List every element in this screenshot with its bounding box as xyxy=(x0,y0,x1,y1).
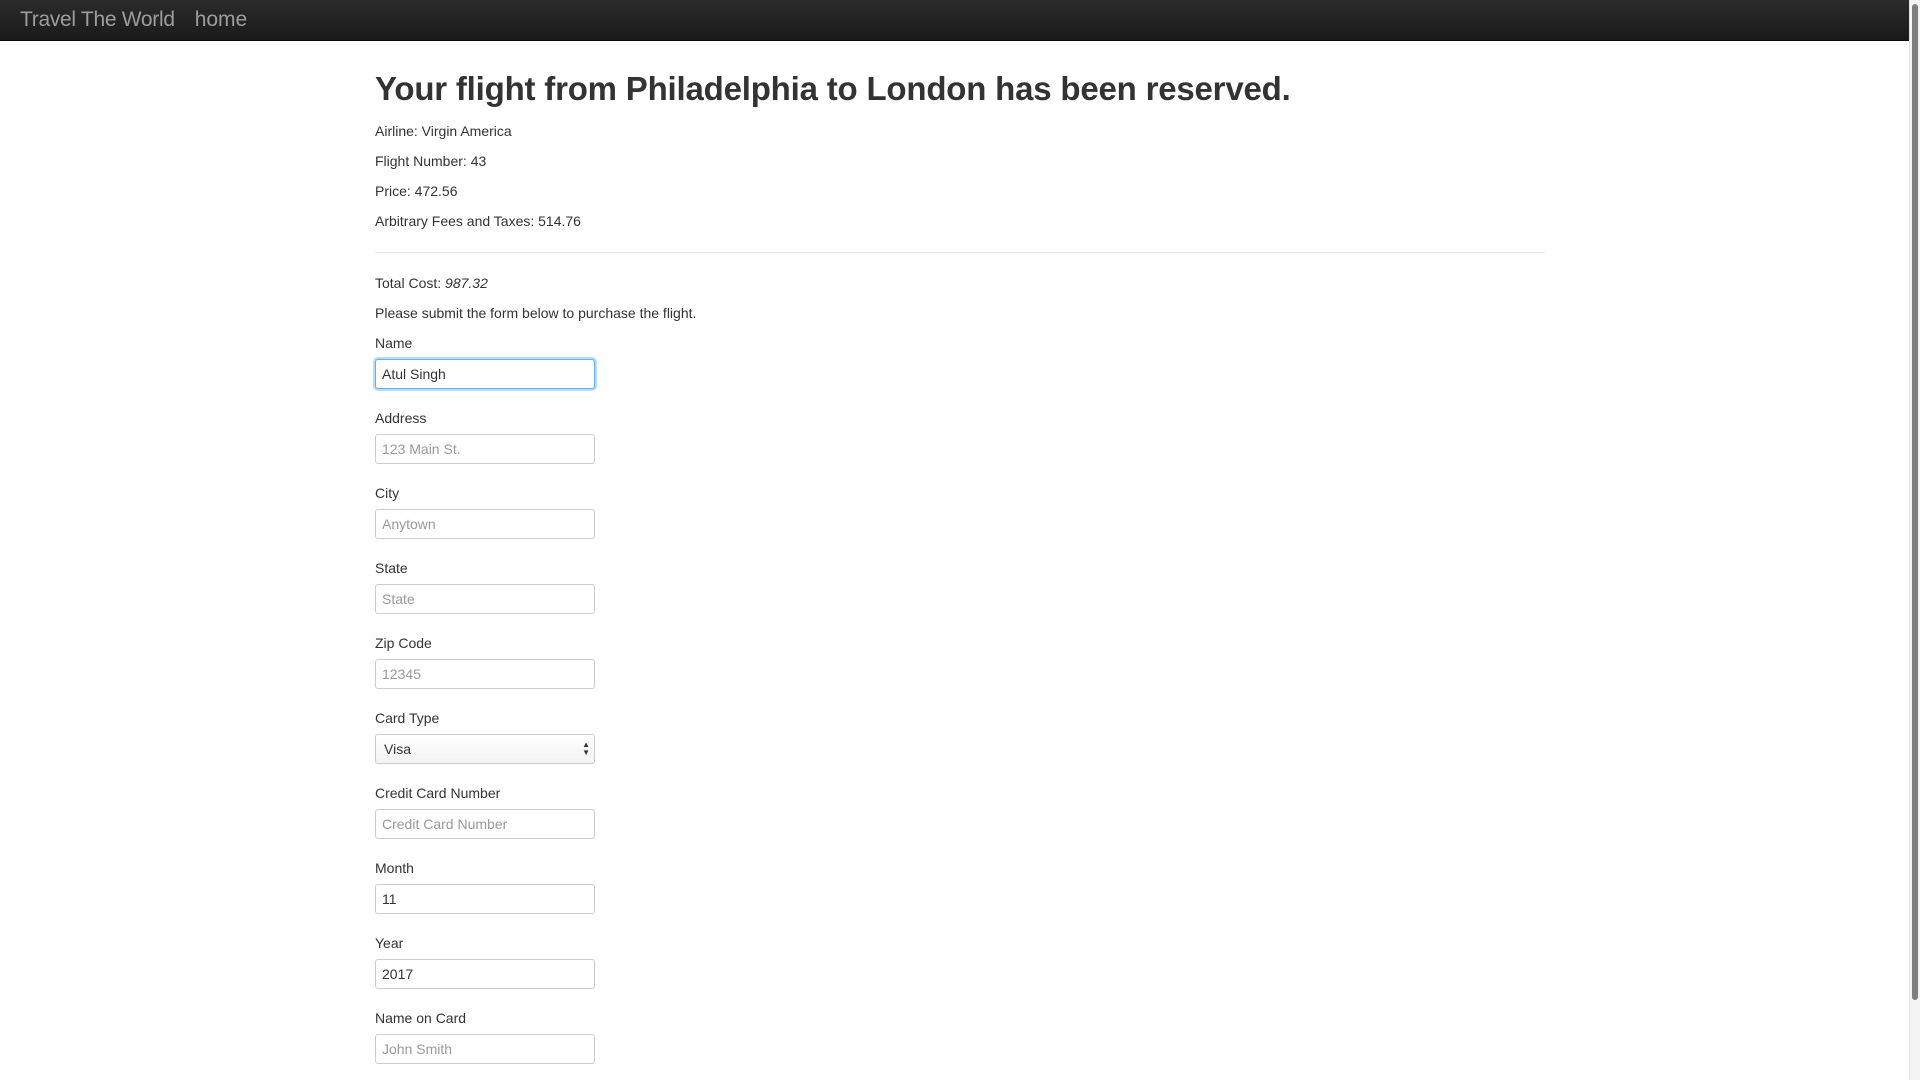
month-label: Month xyxy=(375,860,414,876)
page-title: Your flight from Philadelphia to London … xyxy=(375,70,1291,107)
home-link[interactable]: home xyxy=(195,8,248,32)
total-cost-text: Total Cost: 987.32 xyxy=(375,275,488,291)
total-cost-value: 987.32 xyxy=(445,275,488,291)
year-label: Year xyxy=(375,935,404,951)
card-type-select[interactable]: Visa ▲ ▼ xyxy=(375,734,595,764)
month-input[interactable] xyxy=(375,884,595,914)
divider xyxy=(375,252,1545,253)
year-input[interactable] xyxy=(375,959,595,989)
address-input[interactable] xyxy=(375,434,595,464)
zip-code-input[interactable] xyxy=(375,659,595,689)
name-on-card-input[interactable] xyxy=(375,1034,595,1064)
total-cost-label: Total Cost: xyxy=(375,275,446,291)
page-scrollbar[interactable] xyxy=(1909,0,1920,1080)
instructions-text: Please submit the form below to purchase… xyxy=(375,305,697,321)
credit-card-number-input[interactable] xyxy=(375,809,595,839)
airline-text: Airline: Virgin America xyxy=(375,123,512,139)
name-on-card-label: Name on Card xyxy=(375,1010,467,1026)
fees-text: Arbitrary Fees and Taxes: 514.76 xyxy=(375,213,581,229)
state-label: State xyxy=(375,560,408,576)
credit-card-number-label: Credit Card Number xyxy=(375,785,501,801)
select-arrows-icon: ▲ ▼ xyxy=(582,740,590,757)
top-navbar: Travel The World home xyxy=(0,0,1917,41)
brand-link[interactable]: Travel The World xyxy=(20,8,175,32)
city-label: City xyxy=(375,485,400,501)
zip-code-label: Zip Code xyxy=(375,635,432,651)
name-label: Name xyxy=(375,335,413,351)
flight-number-text: Flight Number: 43 xyxy=(375,153,487,169)
city-input[interactable] xyxy=(375,509,595,539)
card-type-label: Card Type xyxy=(375,710,440,726)
name-input[interactable] xyxy=(375,359,595,389)
state-input[interactable] xyxy=(375,584,595,614)
scrollbar-thumb[interactable] xyxy=(1912,4,1918,1000)
card-type-selected-value: Visa xyxy=(384,741,411,757)
address-label: Address xyxy=(375,410,427,426)
price-text: Price: 472.56 xyxy=(375,183,458,199)
